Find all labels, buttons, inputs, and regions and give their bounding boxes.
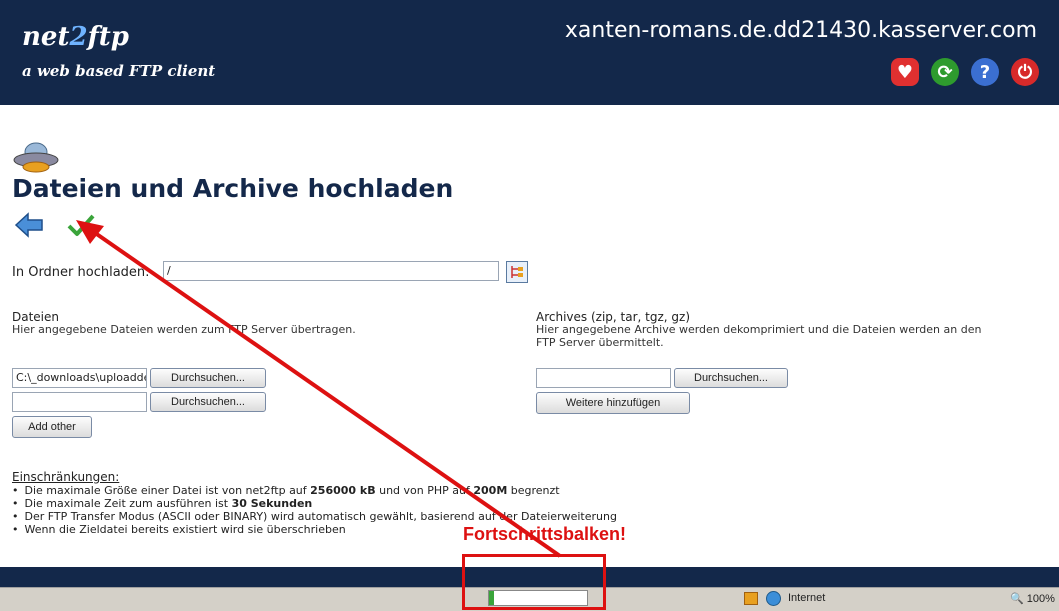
annotation-label: Fortschrittsbalken!	[463, 524, 627, 544]
annotation-box	[462, 554, 606, 610]
annotation-arrow	[76, 220, 562, 558]
